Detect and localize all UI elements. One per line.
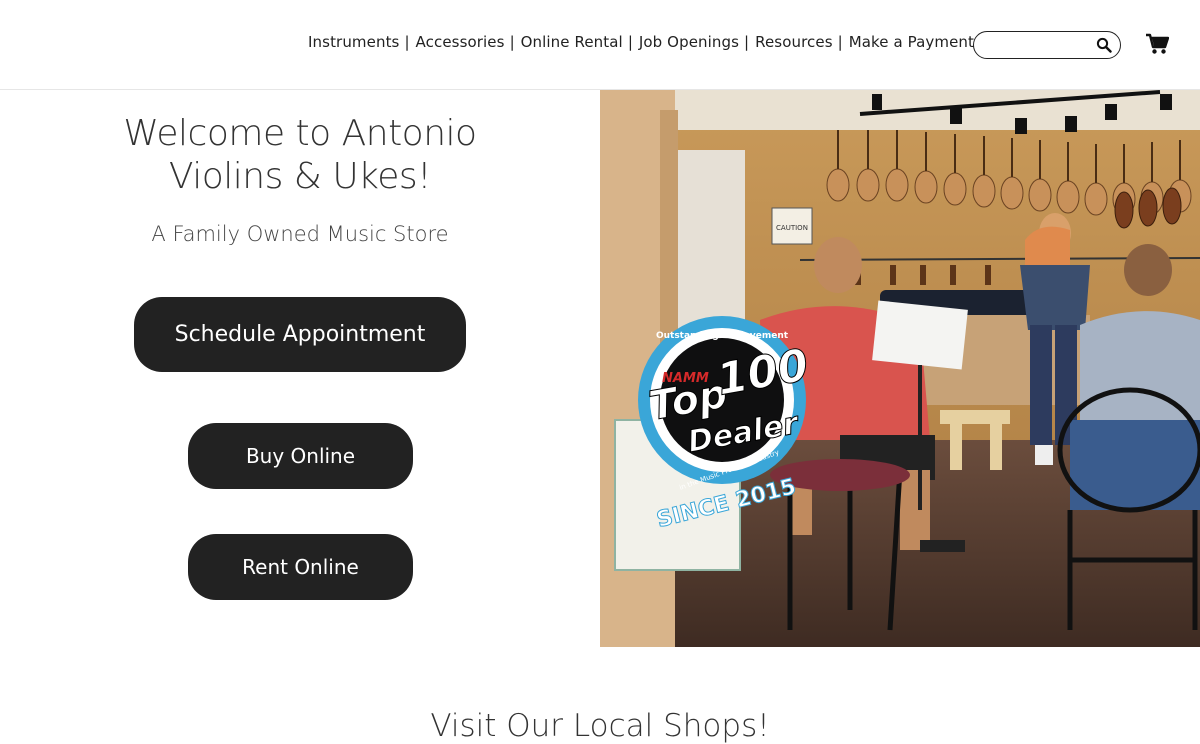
nav-make-a-payment[interactable]: Make a Payment <box>849 33 974 51</box>
badge-top-arc: Outstanding Achievement <box>656 331 789 341</box>
cart-icon[interactable] <box>1145 33 1169 55</box>
search-input[interactable] <box>984 35 1096 57</box>
nav-separator: | <box>404 33 410 51</box>
nav-separator: | <box>627 33 633 51</box>
visit-shops-title: Visit Our Local Shops! <box>430 708 770 744</box>
store-photo-illustration: CAUTION Outstanding Achievement NAMM Top… <box>600 90 1200 647</box>
search-icon[interactable] <box>1096 37 1112 53</box>
schedule-appointment-button[interactable]: Schedule Appointment <box>134 297 466 372</box>
hero-subtitle: A Family Owned Music Store <box>151 222 449 246</box>
search-box <box>973 31 1121 59</box>
buy-online-button[interactable]: Buy Online <box>188 423 413 489</box>
nav-separator: | <box>509 33 515 51</box>
hero-title: Welcome to Antonio Violins & Ukes! <box>100 112 500 198</box>
nav-resources[interactable]: Resources <box>755 33 833 51</box>
site-header: Instruments | Accessories | Online Renta… <box>0 0 1200 90</box>
main-nav: Instruments | Accessories | Online Renta… <box>308 33 974 51</box>
nav-online-rental[interactable]: Online Rental <box>521 33 623 51</box>
hero-title-line-1: Welcome to Antonio <box>123 113 477 154</box>
caution-sign: CAUTION <box>776 224 808 232</box>
rent-online-button[interactable]: Rent Online <box>188 534 413 600</box>
nav-instruments[interactable]: Instruments <box>308 33 399 51</box>
nav-separator: | <box>744 33 750 51</box>
hero-title-line-2: Violins & Ukes! <box>168 156 432 197</box>
nav-accessories[interactable]: Accessories <box>416 33 505 51</box>
nav-job-openings[interactable]: Job Openings <box>639 33 739 51</box>
store-photo: CAUTION Outstanding Achievement NAMM Top… <box>600 90 1200 647</box>
nav-separator: | <box>837 33 843 51</box>
